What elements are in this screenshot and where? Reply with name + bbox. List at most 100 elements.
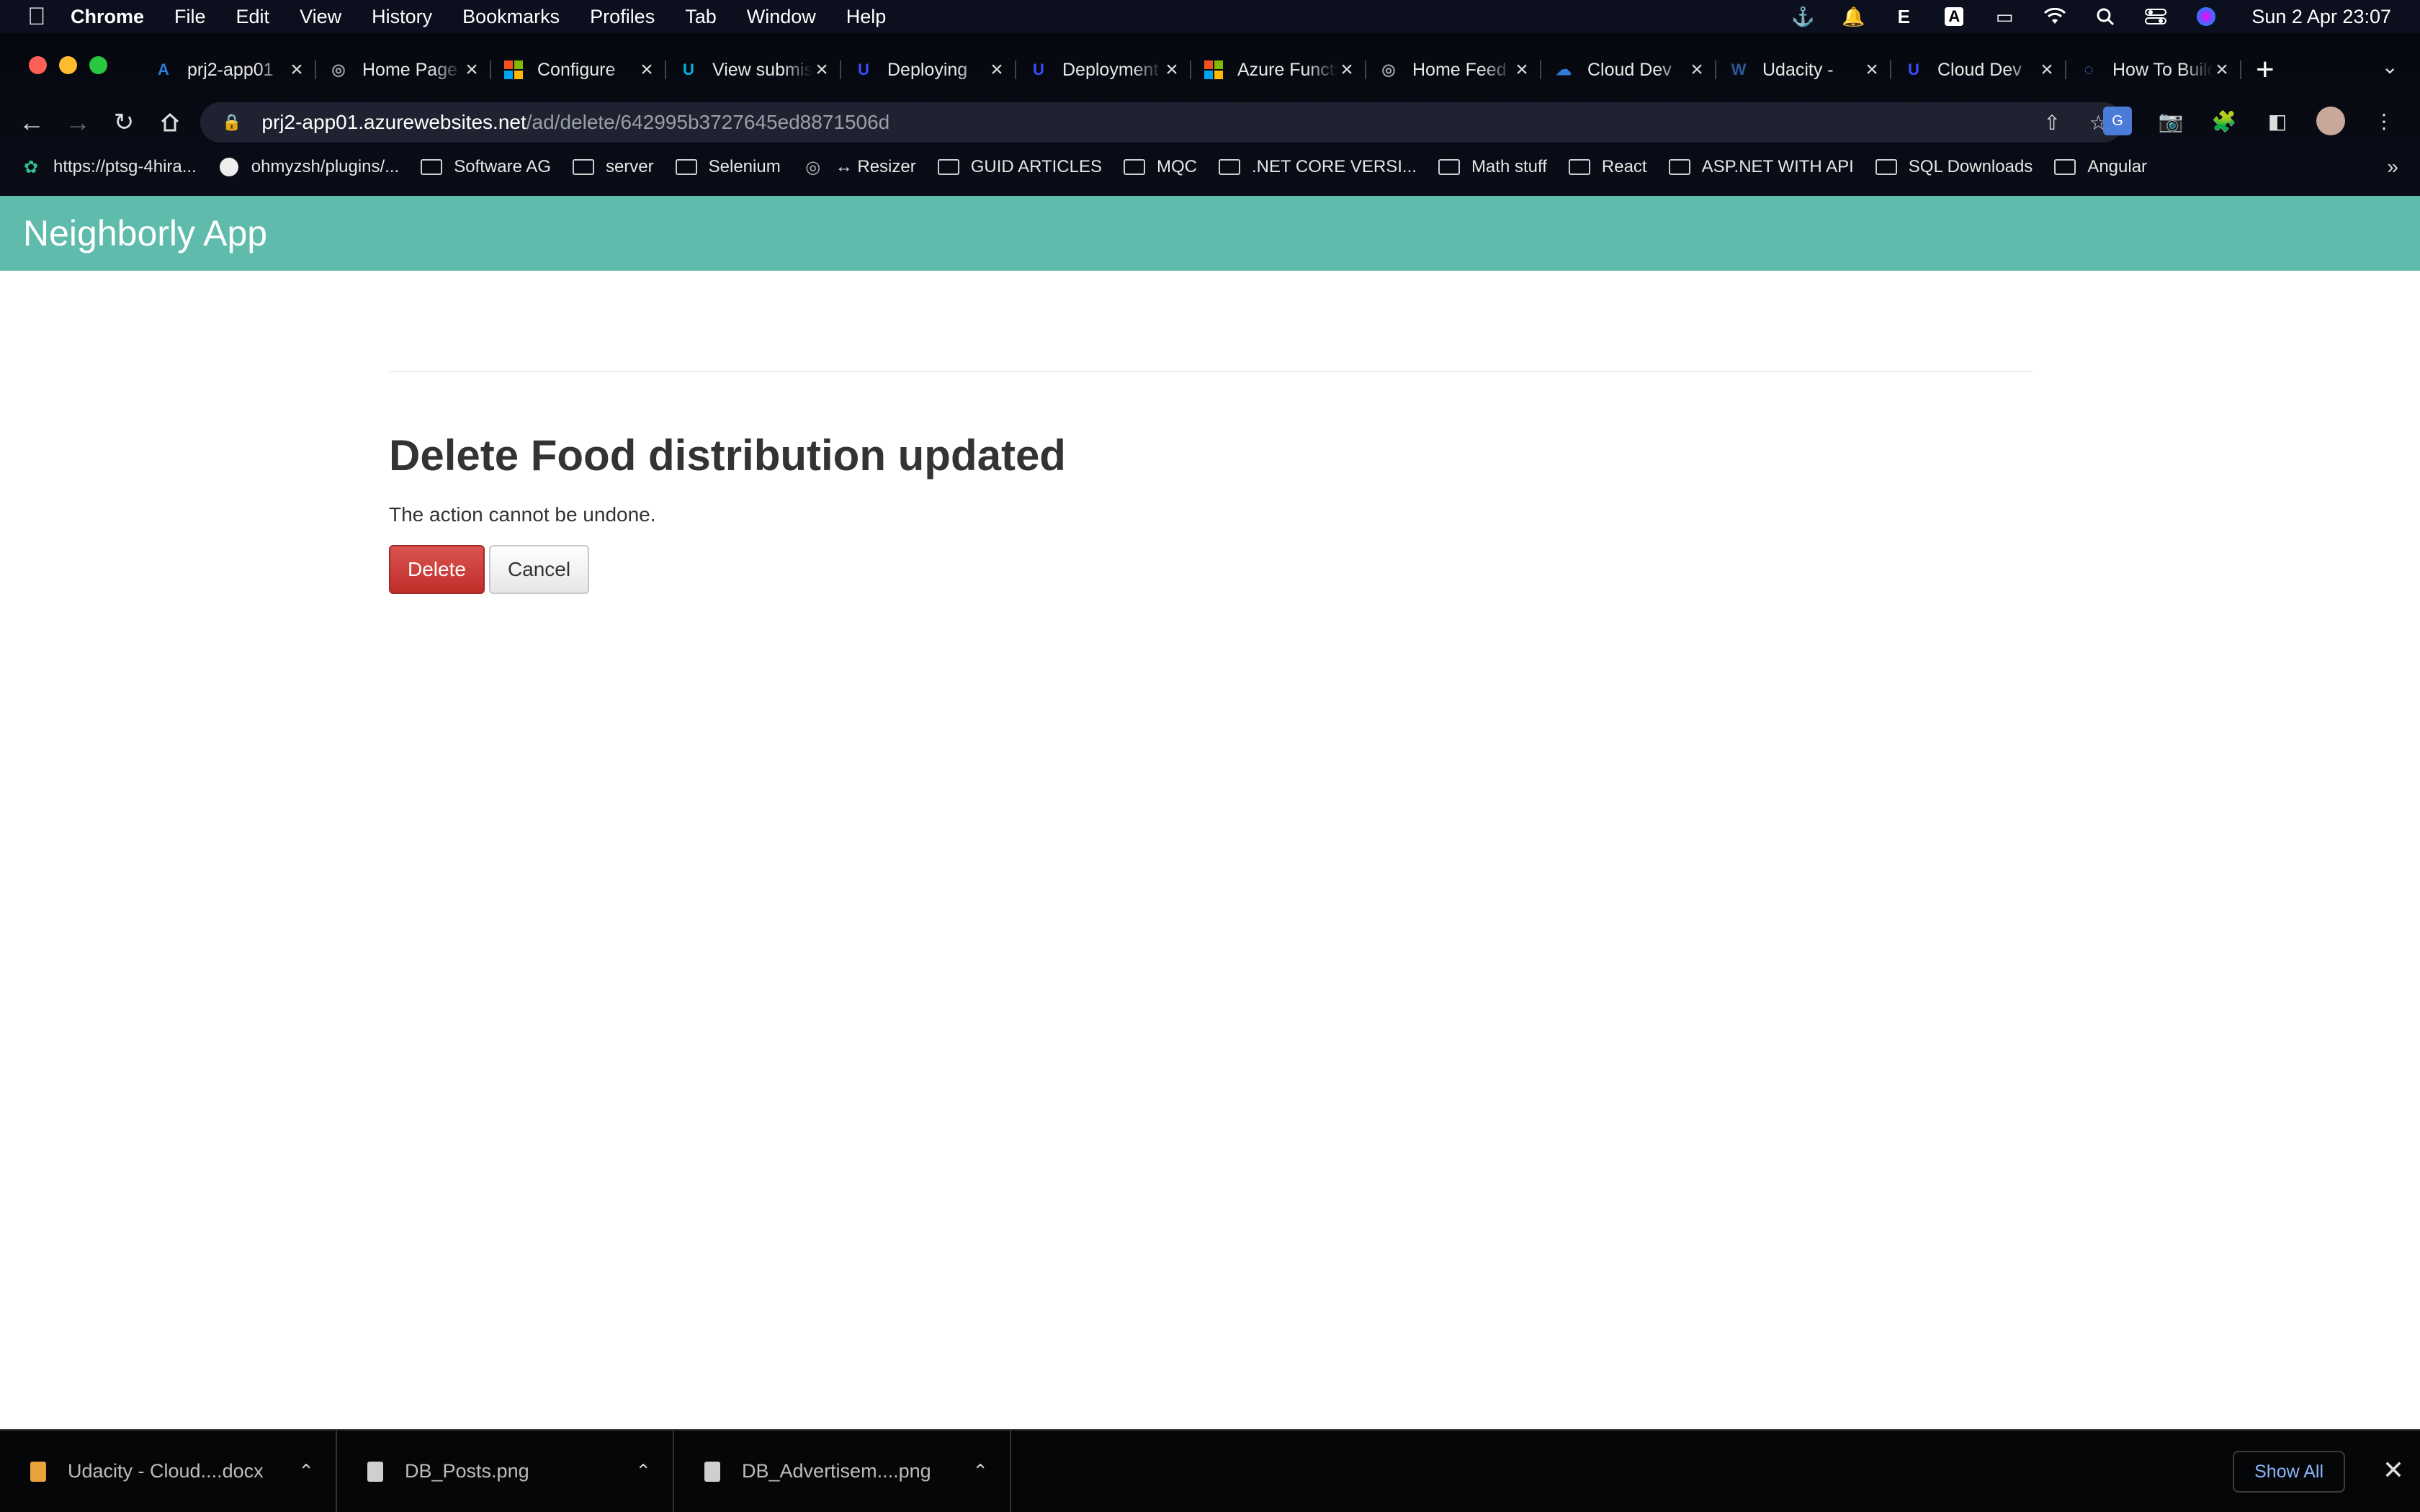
menu-app-name[interactable]: Chrome <box>71 6 144 28</box>
menu-tab[interactable]: Tab <box>685 6 717 28</box>
home-icon[interactable] <box>154 107 186 138</box>
browser-tab[interactable]: U Deploying × <box>841 50 1016 89</box>
bookmarks-overflow-icon[interactable]: » <box>2387 156 2398 179</box>
bookmark-item[interactable]: server <box>572 157 654 177</box>
tab-close-icon[interactable]: × <box>1512 58 1531 82</box>
tab-title: Azure Functions <box>1237 59 1337 80</box>
more-menu-icon[interactable]: ⋮ <box>2370 107 2398 135</box>
menu-help[interactable]: Help <box>846 6 887 28</box>
address-bar[interactable]: 🔒 prj2-app01.azurewebsites.net/ad/delete… <box>200 102 2123 143</box>
profile-avatar[interactable] <box>2316 107 2345 135</box>
globe-icon: ◎ <box>805 157 821 177</box>
input-source-icon[interactable]: A <box>1942 6 1966 27</box>
cancel-button[interactable]: Cancel <box>488 545 590 594</box>
udacity-icon: U <box>683 60 694 78</box>
menu-history[interactable]: History <box>372 6 432 28</box>
menu-bookmarks[interactable]: Bookmarks <box>462 6 560 28</box>
chevron-up-icon[interactable]: ⌃ <box>635 1460 651 1482</box>
menu-view[interactable]: View <box>300 6 341 28</box>
browser-tab[interactable]: W Udacity - × <box>1716 50 1891 89</box>
tab-close-icon[interactable]: × <box>462 58 481 82</box>
translate-extension-icon[interactable]: G <box>2103 107 2132 135</box>
bookmark-item[interactable]: Math stuff <box>1438 157 1547 177</box>
tab-title: View submission <box>712 59 812 80</box>
tab-close-icon[interactable]: × <box>1337 58 1356 82</box>
wifi-icon[interactable] <box>2043 6 2067 27</box>
bookmark-item[interactable]: ◎ ↔ Resizer <box>802 157 916 177</box>
extensions-puzzle-icon[interactable]: 🧩 <box>2210 107 2238 135</box>
menu-edit[interactable]: Edit <box>236 6 270 28</box>
tab-close-icon[interactable]: × <box>1688 58 1706 82</box>
browser-tab[interactable]: Azure Functions× <box>1191 50 1366 89</box>
app-title[interactable]: Neighborly App <box>23 212 267 254</box>
browser-tab[interactable]: U Deployment × <box>1016 50 1191 89</box>
bookmark-item[interactable]: .NET CORE VERSI... <box>1219 157 1417 177</box>
download-item[interactable]: DB_Advertisem....png ⌃ <box>674 1430 1011 1512</box>
tab-close-icon[interactable]: × <box>1863 58 1881 82</box>
battery-icon[interactable]: ▭ <box>1992 6 2017 27</box>
browser-tab[interactable]: U View submission× <box>666 50 841 89</box>
browser-tab[interactable]: U Cloud Dev × <box>1891 50 2066 89</box>
share-icon[interactable]: ⇧ <box>2043 111 2060 135</box>
back-arrow-icon[interactable]: ← <box>16 107 48 138</box>
bookmark-item[interactable]: React <box>1568 157 1647 177</box>
bookmark-item[interactable]: ohmyzsh/plugins/... <box>218 157 399 177</box>
bookmark-item[interactable]: MQC <box>1124 157 1197 177</box>
window-controls <box>29 56 107 74</box>
tab-close-icon[interactable]: × <box>287 58 306 82</box>
apple-icon[interactable]:  <box>27 4 49 29</box>
notification-icon[interactable]: 🔔 <box>1841 6 1865 27</box>
close-downloads-icon[interactable]: ✕ <box>2383 1455 2404 1485</box>
bookmark-item[interactable]: Angular <box>2054 157 2147 177</box>
bookmark-item[interactable]: SQL Downloads <box>1875 157 2033 177</box>
spotlight-search-icon[interactable] <box>2093 6 2118 27</box>
download-filename: Udacity - Cloud....docx <box>68 1460 264 1482</box>
chevron-up-icon[interactable]: ⌃ <box>972 1460 988 1482</box>
delete-button[interactable]: Delete <box>389 545 485 594</box>
browser-tab[interactable]: ☁ Cloud Dev × <box>1541 50 1716 89</box>
reload-icon[interactable]: ↻ <box>108 107 140 138</box>
menubar-clock[interactable]: Sun 2 Apr 23:07 <box>2251 6 2391 28</box>
browser-tab[interactable]: ◎ Home Feed × <box>1366 50 1541 89</box>
lock-icon[interactable]: 🔒 <box>222 113 241 132</box>
tab-close-icon[interactable]: × <box>1162 58 1181 82</box>
folder-icon <box>1124 158 1145 176</box>
browser-tab[interactable]: Aprj2-app01 × <box>141 50 316 89</box>
control-center-icon[interactable] <box>2143 6 2168 27</box>
chevron-up-icon[interactable]: ⌃ <box>298 1460 314 1482</box>
download-item[interactable]: DB_Posts.png ⌃ <box>337 1430 674 1512</box>
show-all-downloads-button[interactable]: Show All <box>2233 1451 2345 1493</box>
tab-close-icon[interactable]: × <box>812 58 831 82</box>
browser-tab[interactable]: ◌ How To Build × <box>2066 50 2241 89</box>
bookmark-label: ↔ Resizer <box>835 157 916 176</box>
minimize-window-button[interactable] <box>59 56 77 74</box>
browser-tab[interactable]: Configure × <box>491 50 666 89</box>
siri-icon[interactable] <box>2194 6 2218 27</box>
tab-close-icon[interactable]: × <box>637 58 656 82</box>
tab-close-icon[interactable]: × <box>2038 58 2056 82</box>
download-item[interactable]: Udacity - Cloud....docx ⌃ <box>0 1430 337 1512</box>
zoom-window-button[interactable] <box>89 56 107 74</box>
tab-close-icon[interactable]: × <box>2213 58 2231 82</box>
docker-icon[interactable]: ⚓ <box>1791 6 1815 27</box>
menu-window[interactable]: Window <box>747 6 816 28</box>
tab-search-chevron-icon[interactable]: ⌄ <box>2382 55 2398 78</box>
bookmark-item[interactable]: Software AG <box>421 157 551 177</box>
camera-extension-icon[interactable]: 📷 <box>2156 107 2185 135</box>
new-tab-plus-icon[interactable]: + <box>2256 52 2275 88</box>
menu-profiles[interactable]: Profiles <box>590 6 655 28</box>
close-window-button[interactable] <box>29 56 47 74</box>
bookmark-item[interactable]: Selenium <box>675 157 781 177</box>
bookmark-item[interactable]: GUID ARTICLES <box>937 157 1102 177</box>
bookmark-label: server <box>605 157 654 176</box>
bookmark-item[interactable]: ✿ https://ptsg-4hira... <box>20 157 197 177</box>
action-buttons: Delete Cancel <box>389 545 1066 594</box>
forward-arrow-icon[interactable]: → <box>62 107 94 138</box>
bookmark-item[interactable]: ASP.NET WITH API <box>1668 157 1854 177</box>
menu-file[interactable]: File <box>174 6 206 28</box>
evernote-icon[interactable]: E <box>1891 6 1916 27</box>
browser-tab[interactable]: ◎ Home Page × <box>316 50 491 89</box>
side-panel-icon[interactable]: ◧ <box>2263 107 2292 135</box>
tab-title: Home Feed <box>1412 59 1507 80</box>
tab-close-icon[interactable]: × <box>987 58 1006 82</box>
